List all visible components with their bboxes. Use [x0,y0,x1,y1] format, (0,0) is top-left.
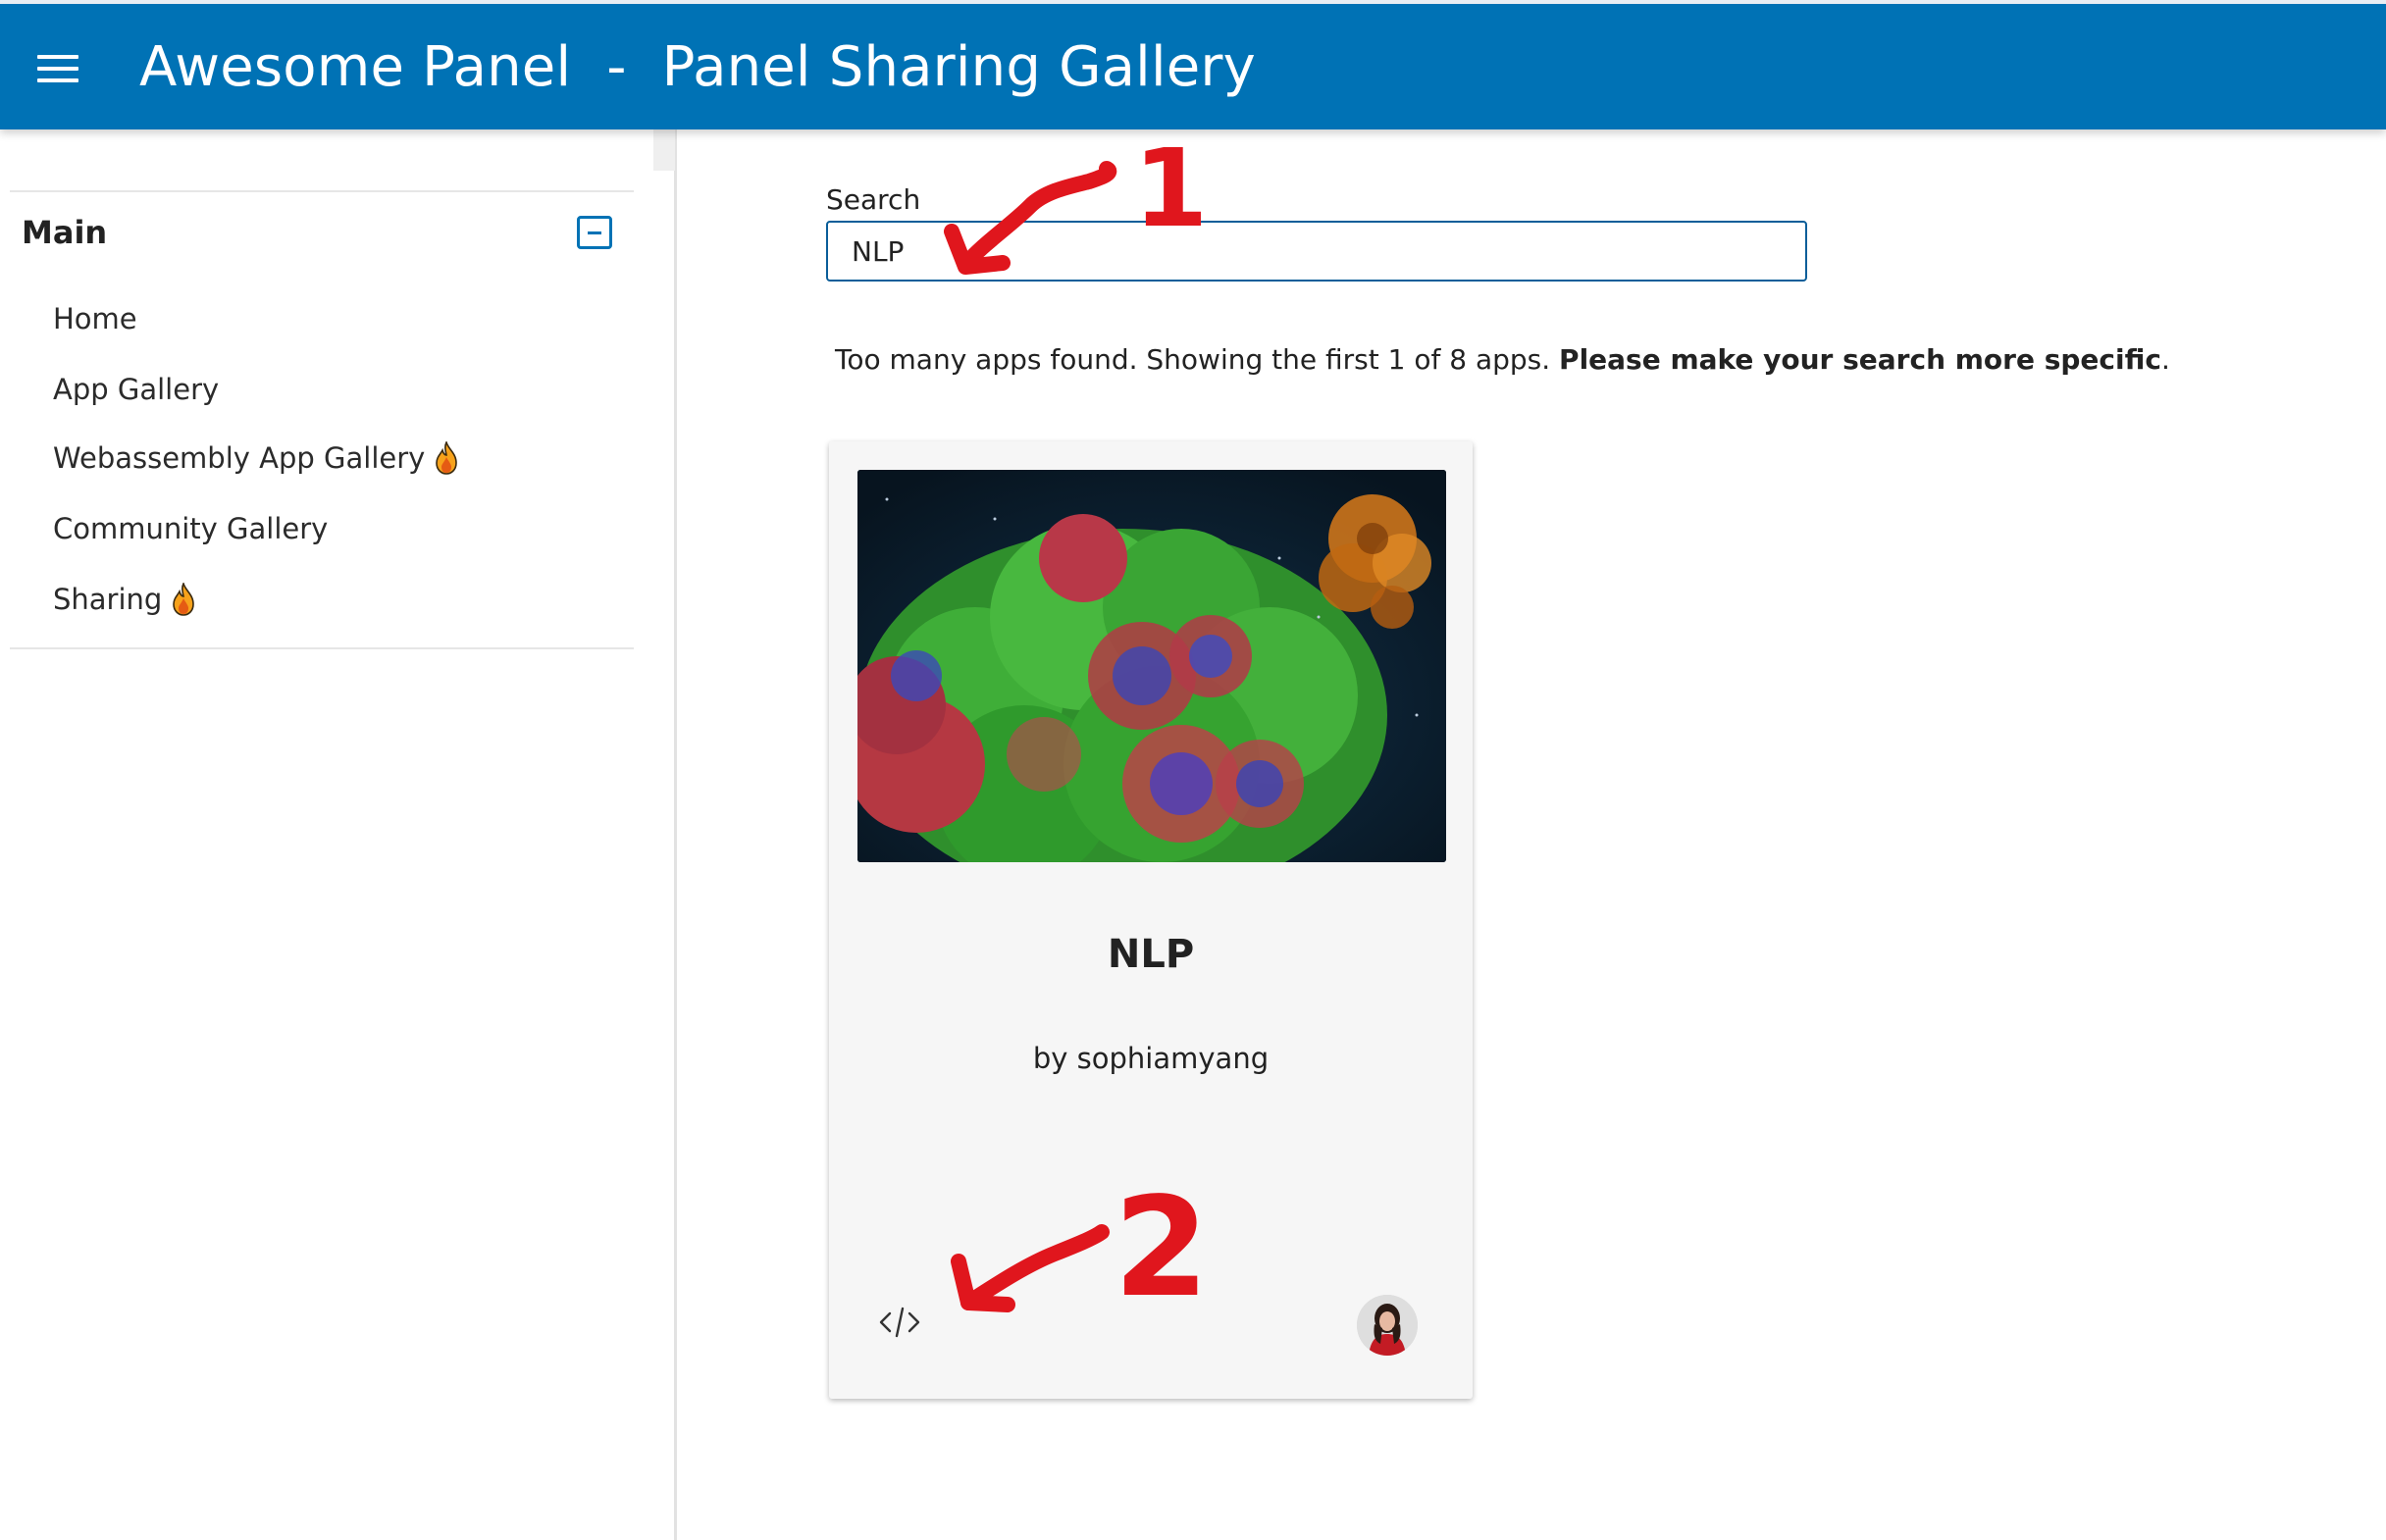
menu-icon[interactable] [37,55,78,82]
search-label: Search [826,183,921,216]
results-message: Too many apps found. Showing the first 1… [835,343,2170,376]
sidebar-item-webassembly-app-gallery[interactable]: Webassembly App Gallery [53,441,458,475]
main-content: Search Too many apps found. Showing the … [680,129,2386,1540]
search-input[interactable] [826,221,1807,282]
avatar[interactable] [1357,1295,1418,1356]
fire-icon [172,583,195,616]
sidebar-item-sharing[interactable]: Sharing [53,583,195,616]
code-icon[interactable] [878,1303,921,1342]
sidebar-divider-top [10,190,634,192]
top-app-bar: Awesome Panel - Panel Sharing Gallery [0,0,2386,129]
collapse-section-button[interactable] [577,216,612,249]
page-title: Awesome Panel - Panel Sharing Gallery [139,35,1256,99]
sidebar-item-label: Sharing [53,583,163,616]
results-message-emphasis: Please make your search more specific [1559,343,2161,376]
sidebar-divider-bottom [10,647,634,649]
fire-icon [435,441,458,475]
sidebar-item-label: Webassembly App Gallery [53,441,426,475]
app-card-author: by sophiamyang [1032,1042,1270,1075]
sidebar-item-community-gallery[interactable]: Community Gallery [53,512,328,545]
sidebar-section-title: Main [22,214,108,251]
results-message-suffix: . [2160,343,2170,376]
sidebar-scrollbar[interactable] [653,129,675,171]
sidebar-item-label: Home [53,302,137,335]
results-message-text: Too many apps found. Showing the first 1… [835,343,1560,376]
sidebar-item-home[interactable]: Home [53,302,137,335]
sidebar-item-label: Community Gallery [53,512,329,545]
sidebar-item-app-gallery[interactable]: App Gallery [53,373,219,406]
sidebar: Main Home App Gallery Webassembly App Ga… [0,129,677,1540]
app-card-title[interactable]: NLP [829,932,1473,977]
sidebar-item-label: App Gallery [53,373,220,406]
app-card[interactable]: NLP by sophiamyang [829,441,1473,1399]
app-thumbnail[interactable] [857,470,1446,862]
